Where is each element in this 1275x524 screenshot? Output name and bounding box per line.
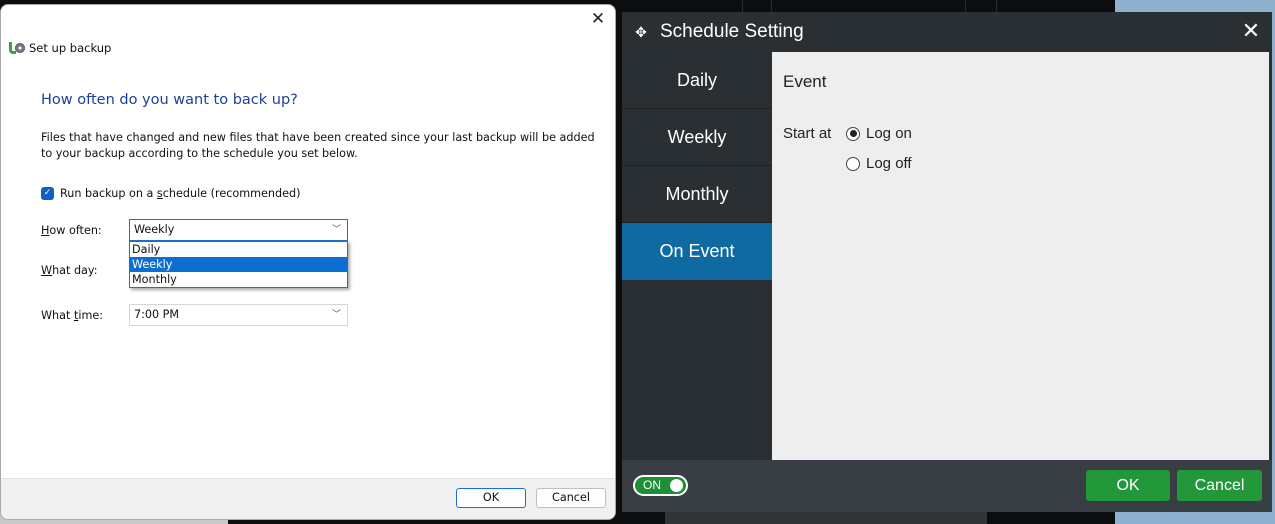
- dropdown-option-monthly[interactable]: Monthly: [130, 272, 347, 287]
- nav-item-daily[interactable]: Daily: [622, 52, 772, 109]
- how-often-select[interactable]: Weekly ﹀: [129, 219, 348, 241]
- page-heading: How often do you want to back up?: [41, 92, 298, 108]
- background-toolbar: [620, 0, 1180, 12]
- content-title: Event: [783, 72, 827, 91]
- backup-app-icon: [9, 40, 25, 56]
- what-time-label: What time:: [41, 309, 104, 322]
- nav-item-on-event[interactable]: On Event: [622, 223, 772, 280]
- run-on-schedule-checkbox[interactable]: ✓: [41, 187, 54, 200]
- radio-button-selected[interactable]: [846, 126, 860, 141]
- schedule-close-button[interactable]: ✕: [1240, 20, 1262, 42]
- schedule-header[interactable]: ✥ Schedule Setting ✕: [622, 12, 1272, 52]
- desktop: ✕ Set up backup How often do you want to…: [0, 0, 1275, 524]
- radio-log-off[interactable]: Log off: [846, 155, 912, 172]
- what-time-value: 7:00 PM: [134, 308, 180, 321]
- schedule-title: Schedule Setting: [660, 21, 804, 42]
- dialog-title: Set up backup: [29, 41, 112, 55]
- schedule-on-toggle[interactable]: ON: [633, 475, 688, 496]
- run-on-schedule-label: Run backup on a schedule (recommended): [60, 187, 301, 200]
- schedule-ok-button[interactable]: OK: [1086, 470, 1170, 501]
- how-often-label: How often:: [41, 224, 102, 237]
- how-often-value: Weekly: [134, 223, 175, 236]
- run-on-schedule-checkbox-row[interactable]: ✓ Run backup on a schedule (recommended): [41, 187, 300, 200]
- radio-log-on[interactable]: Log on: [846, 125, 912, 142]
- cancel-button[interactable]: Cancel: [536, 488, 606, 508]
- what-day-label: What day:: [41, 264, 98, 277]
- radio-button[interactable]: [846, 156, 860, 171]
- nav-item-weekly[interactable]: Weekly: [622, 109, 772, 166]
- schedule-setting-panel: ✥ Schedule Setting ✕ Daily Weekly Monthl…: [622, 12, 1272, 512]
- description-text: Files that have changed and new files th…: [41, 131, 595, 160]
- what-time-select[interactable]: 7:00 PM ﹀: [129, 304, 348, 326]
- close-icon: ✕: [590, 9, 606, 29]
- radio-log-on-label: Log on: [866, 125, 912, 142]
- setup-backup-dialog: ✕ Set up backup How often do you want to…: [0, 4, 616, 520]
- close-icon: ✕: [1241, 18, 1261, 43]
- chevron-down-icon: ﹀: [331, 225, 341, 235]
- move-icon[interactable]: ✥: [632, 23, 650, 41]
- schedule-type-nav: Daily Weekly Monthly On Event: [622, 52, 772, 460]
- toggle-knob: [670, 479, 683, 492]
- checkmark-icon: ✓: [43, 188, 52, 198]
- toggle-label: ON: [643, 478, 661, 492]
- how-often-dropdown-list: Daily Weekly Monthly: [129, 241, 348, 288]
- schedule-cancel-button[interactable]: Cancel: [1177, 470, 1262, 501]
- chevron-down-icon: ﹀: [331, 310, 341, 320]
- dialog-title-row: Set up backup: [9, 39, 111, 57]
- dropdown-option-daily[interactable]: Daily: [130, 242, 347, 257]
- schedule-footer: ON OK Cancel: [622, 460, 1272, 512]
- background-toolbar-icon: [742, 0, 772, 12]
- nav-item-monthly[interactable]: Monthly: [622, 166, 772, 223]
- dropdown-option-weekly[interactable]: Weekly: [130, 257, 347, 272]
- dialog-footer: OK Cancel: [1, 478, 615, 519]
- ok-button[interactable]: OK: [456, 488, 526, 508]
- background-toolbar-icon: [965, 0, 997, 12]
- start-at-label: Start at: [783, 125, 832, 142]
- event-settings-content: Event Start at Log on Log off: [772, 52, 1269, 460]
- radio-log-off-label: Log off: [866, 155, 912, 172]
- dialog-close-button[interactable]: ✕: [587, 8, 609, 30]
